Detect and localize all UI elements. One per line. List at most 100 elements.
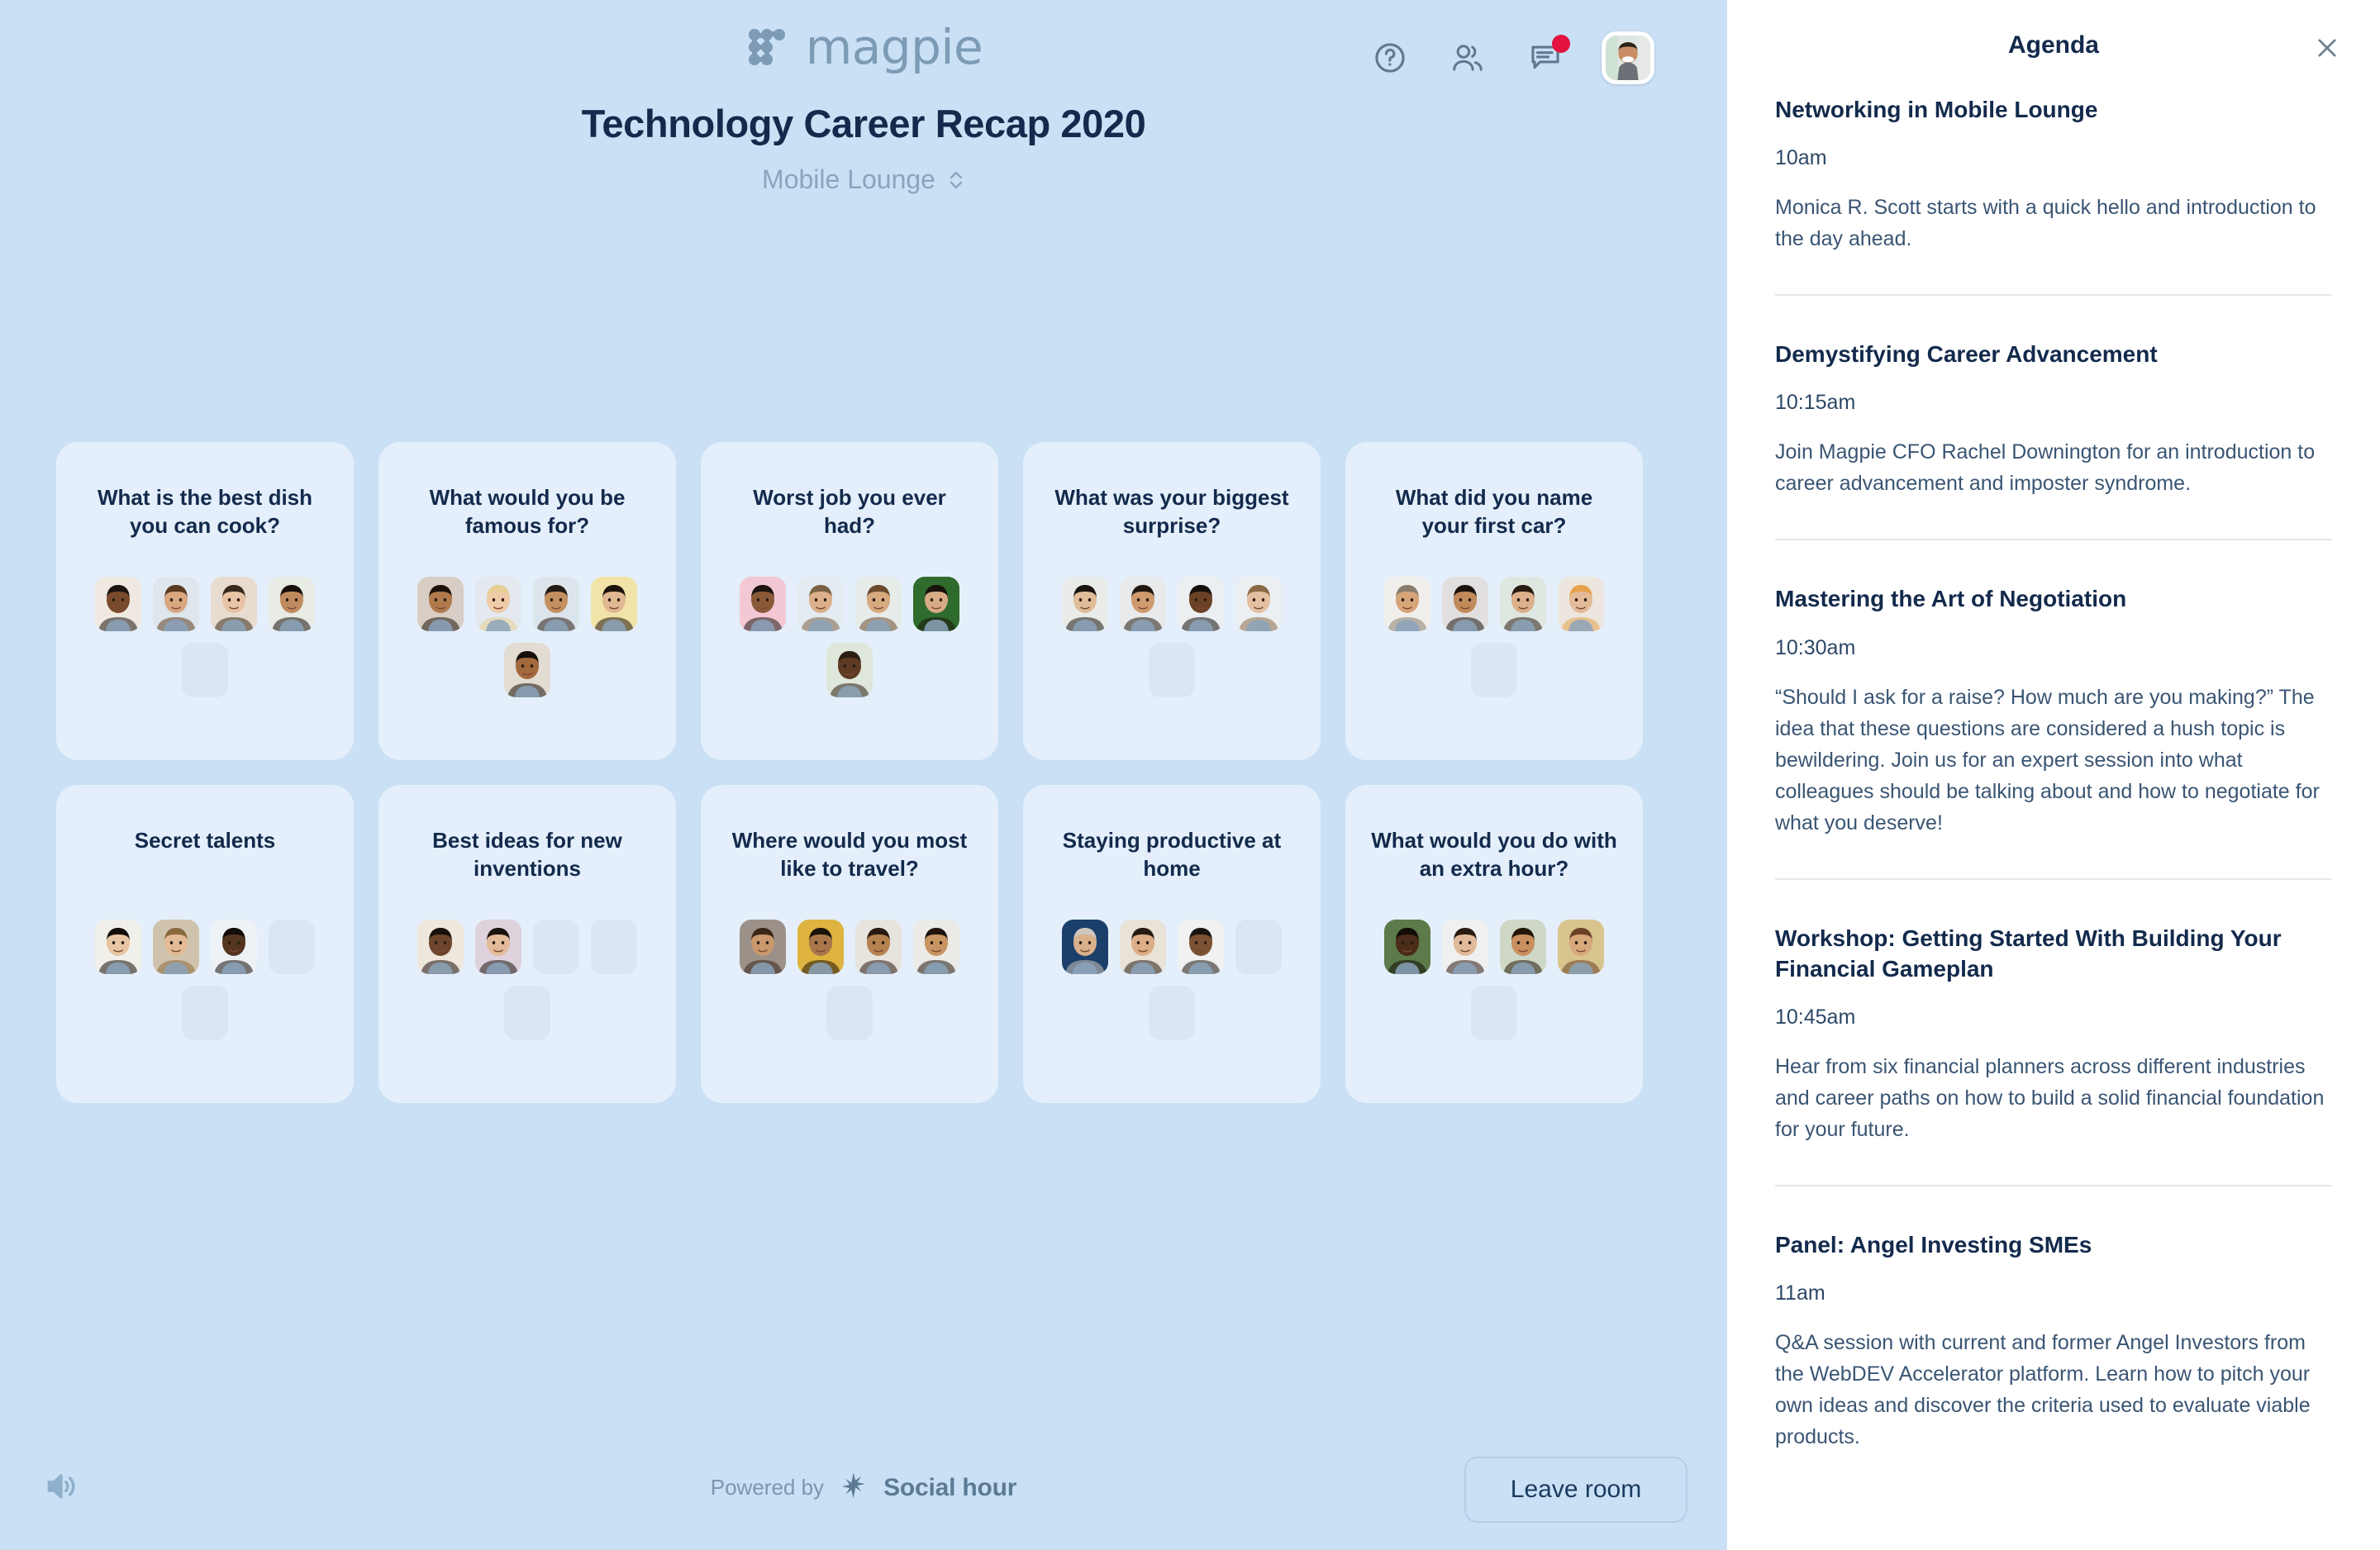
question-card-title: Where would you most like to travel? <box>731 828 968 882</box>
main-stage: magpie Technology Career Recap 2020 Mobi… <box>0 0 1727 1550</box>
agenda-item[interactable]: Networking in Mobile Lounge 10am Monica R.… <box>1775 91 2332 254</box>
empty-seat[interactable] <box>826 986 873 1040</box>
empty-seat[interactable] <box>1471 643 1517 697</box>
participant-seats <box>728 920 971 1040</box>
question-card-title: What would you do with an extra hour? <box>1371 828 1617 882</box>
chevron-up-down-icon <box>947 168 965 193</box>
agenda-item[interactable]: Panel: Angel Investing SMEs 11am Q&A sessi… <box>1775 1226 2332 1453</box>
title-block: Technology Career Recap 2020 Mobile Loun… <box>0 101 1727 195</box>
question-card[interactable]: Staying productive at home <box>1023 785 1321 1103</box>
agenda-item-title: Mastering the Art of Negotiation <box>1775 586 2127 612</box>
agenda-divider <box>1775 877 2332 880</box>
participant-seats <box>1050 577 1293 697</box>
agenda-divider <box>1775 294 2332 297</box>
question-card[interactable]: What is the best dish you can cook? <box>56 442 354 760</box>
question-card[interactable]: Secret talents <box>56 785 354 1103</box>
empty-seat[interactable] <box>1149 643 1195 697</box>
participant-avatar <box>740 577 786 631</box>
people-icon[interactable] <box>1446 36 1489 79</box>
leave-room-button[interactable]: Leave room <box>1464 1457 1687 1523</box>
participant-avatar <box>504 643 550 697</box>
participant-avatar <box>211 920 257 974</box>
participant-avatar <box>826 643 873 697</box>
agenda-title: Agenda <box>2007 31 2099 59</box>
participant-seats <box>406 577 649 697</box>
close-icon[interactable] <box>2309 30 2345 66</box>
empty-seat[interactable] <box>182 643 228 697</box>
question-card-title: Best ideas for new inventions <box>432 828 622 882</box>
participant-seats <box>83 920 326 1040</box>
participant-avatar <box>797 577 844 631</box>
top-bar: magpie <box>0 0 1727 84</box>
agenda-divider <box>1775 1185 2332 1187</box>
empty-seat[interactable] <box>1149 986 1195 1040</box>
agenda-item-title: Demystifying Career Advancement <box>1775 341 2158 368</box>
agenda-item[interactable]: Mastering the Art of Negotiation 10:30am “… <box>1775 580 2332 838</box>
agenda-divider <box>1775 539 2332 541</box>
social-hour-star-icon <box>839 1471 869 1505</box>
agenda-list: Networking in Mobile Lounge 10am Monica R.… <box>1727 91 2380 1453</box>
participant-avatar <box>1178 920 1224 974</box>
magpie-nodes-logo-icon <box>745 27 789 67</box>
participant-avatar <box>153 577 199 631</box>
agenda-item-title: Networking in Mobile Lounge <box>1775 97 2098 122</box>
question-card[interactable]: Best ideas for new inventions <box>378 785 676 1103</box>
participant-avatar <box>211 577 257 631</box>
agenda-item[interactable]: Workshop: Getting Started With Building … <box>1775 920 2332 1145</box>
empty-seat[interactable] <box>591 920 637 974</box>
agenda-item-title: Panel: Angel Investing SMEs <box>1775 1232 2092 1258</box>
agenda-item-time: 11am <box>1775 1281 1825 1305</box>
help-icon[interactable] <box>1368 36 1411 79</box>
participant-avatar <box>1442 577 1488 631</box>
top-actions <box>1368 31 1654 84</box>
question-card[interactable]: What was your biggest surprise? <box>1023 442 1321 760</box>
brand-logo: magpie <box>745 23 983 71</box>
powered-by: Powered by Social hour <box>711 1471 1016 1505</box>
room-selector[interactable]: Mobile Lounge <box>762 164 965 195</box>
empty-seat[interactable] <box>1471 986 1517 1040</box>
question-card-title: What was your biggest surprise? <box>1054 485 1289 539</box>
agenda-item-time: 10:15am <box>1775 391 1856 415</box>
agenda-item-title: Workshop: Getting Started With Building … <box>1775 925 2282 982</box>
empty-seat[interactable] <box>1235 920 1282 974</box>
participant-avatar <box>797 920 844 974</box>
page-title: Technology Career Recap 2020 <box>581 102 1146 145</box>
participant-seats <box>1373 920 1616 1040</box>
question-card[interactable]: Where would you most like to travel? <box>701 785 998 1103</box>
empty-seat[interactable] <box>504 986 550 1040</box>
avatar[interactable] <box>1602 31 1654 84</box>
agenda-item[interactable]: Demystifying Career Advancement 10:15am Jo… <box>1775 335 2332 499</box>
participant-avatar <box>1120 920 1166 974</box>
question-card[interactable]: What would you be famous for? <box>378 442 676 760</box>
empty-seat[interactable] <box>533 920 579 974</box>
participant-avatar <box>417 920 464 974</box>
agenda-item-time: 10:30am <box>1775 635 1856 659</box>
participant-avatar <box>475 577 521 631</box>
participant-seats <box>83 577 326 697</box>
participant-avatar <box>95 920 141 974</box>
agenda-item-time: 10:45am <box>1775 1006 1856 1029</box>
question-card[interactable]: What did you name your first car? <box>1345 442 1643 760</box>
participant-avatar <box>591 577 637 631</box>
participant-avatar <box>1558 920 1604 974</box>
agenda-header: Agenda <box>1727 0 2380 91</box>
agenda-item-description: “Should I ask for a raise? How much are … <box>1775 685 2320 834</box>
question-card[interactable]: What would you do with an extra hour? <box>1345 785 1643 1103</box>
participant-avatar <box>913 577 959 631</box>
participant-avatar <box>533 577 579 631</box>
room-name: Mobile Lounge <box>762 164 935 194</box>
participant-avatar <box>1558 577 1604 631</box>
app-root: magpie Technology Career Recap 2020 Mobi… <box>0 0 2380 1550</box>
speaker-icon[interactable] <box>40 1464 84 1509</box>
question-card-title: What is the best dish you can cook? <box>97 485 313 539</box>
agenda-item-description: Monica R. Scott starts with a quick hell… <box>1775 196 2316 251</box>
chat-icon[interactable] <box>1524 35 1570 79</box>
empty-seat[interactable] <box>269 920 315 974</box>
question-card-grid: What is the best dish you can cook? What … <box>56 442 1676 1103</box>
footer: Powered by Social hour Leave room <box>0 1426 1727 1550</box>
question-card[interactable]: Worst job you ever had? <box>701 442 998 760</box>
participant-avatar <box>855 920 902 974</box>
empty-seat[interactable] <box>182 986 228 1040</box>
participant-avatar <box>269 577 315 631</box>
participant-avatar <box>1178 577 1224 631</box>
